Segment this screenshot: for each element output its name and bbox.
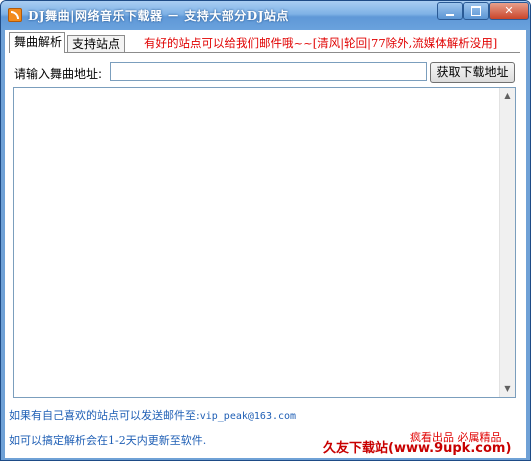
window-title: DJ舞曲|网络音乐下载器 － 支持大部分DJ站点 xyxy=(28,9,289,23)
client-area: 舞曲解析 支持站点 有好的站点可以给我们邮件哦~~[清风|轮回|77除外,流媒体… xyxy=(5,30,526,458)
scroll-up-icon[interactable]: ▲ xyxy=(500,88,515,104)
title-bar[interactable]: DJ舞曲|网络音乐下载器 － 支持大部分DJ站点 ✕ xyxy=(1,1,530,30)
close-icon: ✕ xyxy=(504,4,514,17)
url-label: 请输入舞曲地址: xyxy=(14,67,103,81)
tab-parse[interactable]: 舞曲解析 xyxy=(9,32,65,53)
maximize-icon xyxy=(471,6,481,16)
minimize-button[interactable] xyxy=(437,2,463,20)
tab-divider xyxy=(9,52,520,53)
minimize-icon xyxy=(446,14,454,16)
scroll-down-icon[interactable]: ▼ xyxy=(500,381,515,397)
maximize-button[interactable] xyxy=(463,2,489,20)
notice-text: 有好的站点可以给我们邮件哦~~[清风|轮回|77除外,流媒体解析没用] xyxy=(144,36,498,50)
contact-email: vip_peak@163.com xyxy=(199,411,297,422)
app-window: DJ舞曲|网络音乐下载器 － 支持大部分DJ站点 ✕ 舞曲解析 支持站点 有好的… xyxy=(0,0,531,461)
close-button[interactable]: ✕ xyxy=(489,2,529,20)
footer-line-2: 如可以搞定解析会在1-2天内更新至软件. xyxy=(9,434,207,447)
url-input[interactable] xyxy=(110,62,427,81)
tab-supported-sites[interactable]: 支持站点 xyxy=(67,35,125,52)
result-textarea[interactable]: ▲ ▼ xyxy=(13,87,516,398)
site-watermark: 久友下载站(www.9upk.com) xyxy=(323,441,512,456)
fetch-download-button[interactable]: 获取下载地址 xyxy=(430,62,515,83)
footer-line-1-text: 如果有自己喜欢的站点可以发送邮件至: xyxy=(9,409,200,422)
footer-line-1: 如果有自己喜欢的站点可以发送邮件至:vip_peak@163.com xyxy=(9,407,296,423)
vertical-scrollbar[interactable]: ▲ ▼ xyxy=(499,88,515,397)
rss-app-icon xyxy=(8,8,22,22)
